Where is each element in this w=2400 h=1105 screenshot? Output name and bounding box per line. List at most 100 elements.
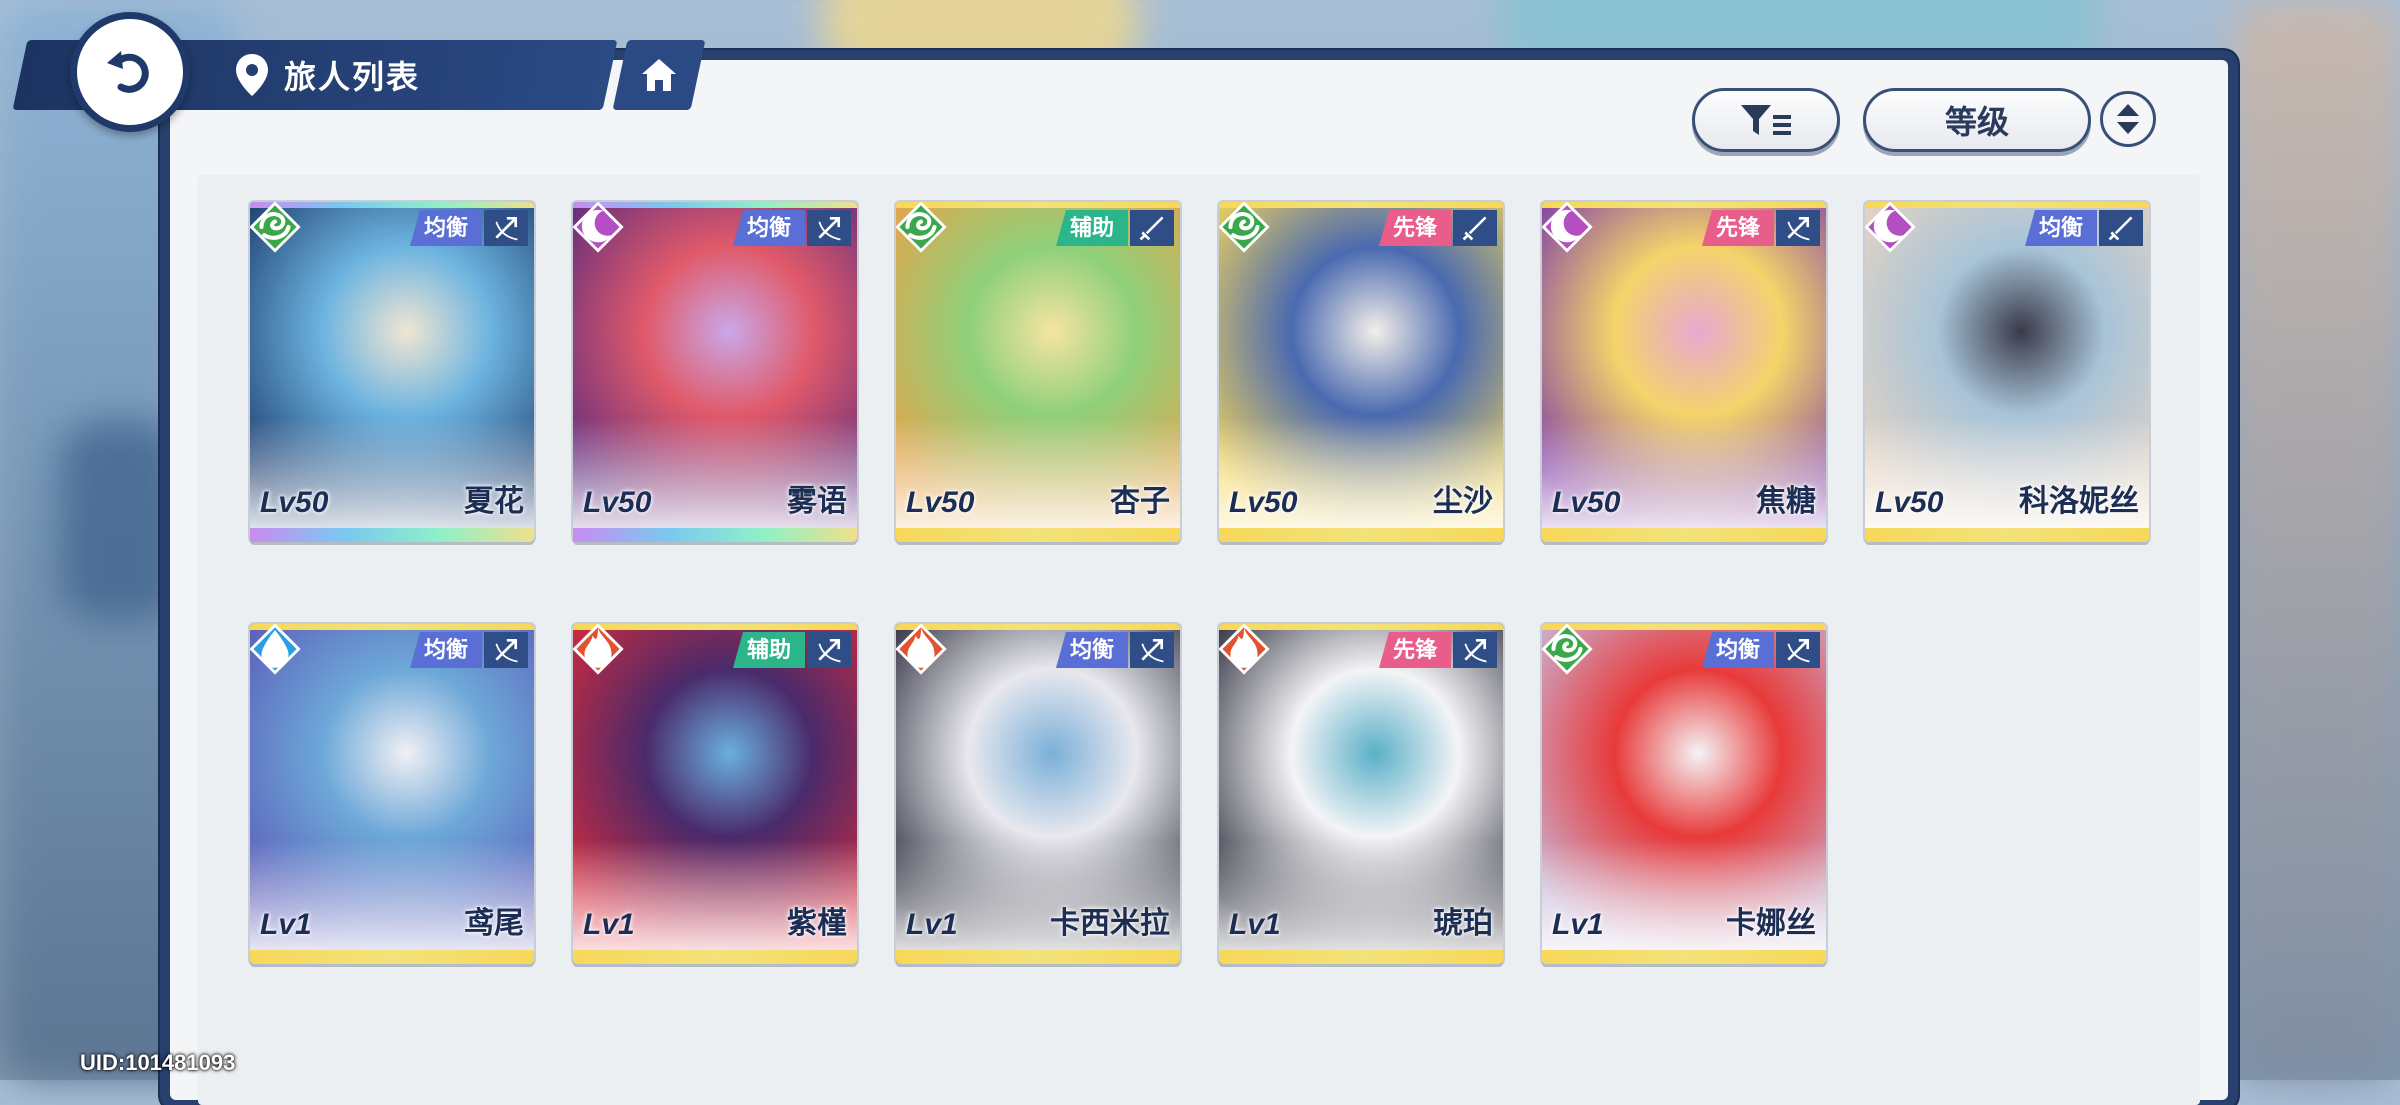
level-label: Lv50	[1229, 486, 1298, 519]
role-tag: 均衡	[1701, 632, 1774, 668]
role-tag: 均衡	[409, 632, 482, 668]
character-name: 杏子	[1110, 485, 1170, 518]
rarity-strip-bottom	[1219, 950, 1503, 964]
bow-icon	[495, 638, 518, 663]
weapon-tag	[807, 632, 851, 668]
character-card[interactable]: 辅助 Lv50 杏子	[896, 202, 1180, 542]
sort-order-icon	[2117, 104, 2139, 134]
weapon-tag	[1453, 210, 1497, 246]
background-scenery-right	[2230, 0, 2400, 1080]
role-tag: 先锋	[1378, 632, 1451, 668]
bow-icon	[495, 216, 518, 241]
character-card[interactable]: 先锋 Lv1 琥珀	[1219, 624, 1503, 964]
rarity-strip-bottom	[1542, 528, 1826, 542]
bow-icon	[1787, 216, 1810, 241]
sword-icon	[1462, 216, 1487, 241]
weapon-tag	[484, 210, 528, 246]
moon-icon	[1542, 202, 1593, 253]
rarity-strip-bottom	[1865, 528, 2149, 542]
rarity-strip-bottom	[896, 950, 1180, 964]
level-label: Lv50	[906, 486, 975, 519]
character-name: 卡西米拉	[1050, 907, 1170, 940]
level-label: Lv50	[1875, 486, 1944, 519]
role-tag: 均衡	[2024, 210, 2097, 246]
character-card[interactable]: 均衡 Lv1 卡西米拉	[896, 624, 1180, 964]
role-tag: 均衡	[732, 210, 805, 246]
back-button[interactable]	[70, 12, 190, 132]
filter-button[interactable]	[1692, 88, 1840, 152]
level-label: Lv1	[260, 908, 312, 941]
location-pin-icon	[236, 54, 268, 96]
home-button[interactable]	[612, 40, 706, 110]
rarity-strip-bottom	[1542, 950, 1826, 964]
fire-icon	[573, 624, 624, 675]
rarity-strip-bottom	[250, 950, 534, 964]
fire-icon	[896, 624, 947, 675]
level-label: Lv50	[260, 486, 329, 519]
character-card[interactable]: 均衡 Lv50 科洛妮丝	[1865, 202, 2149, 542]
weapon-tag	[1130, 632, 1174, 668]
wind-icon	[1542, 624, 1593, 675]
bow-icon	[818, 638, 841, 663]
rarity-strip-bottom	[896, 528, 1180, 542]
level-label: Lv1	[1229, 908, 1281, 941]
weapon-tag	[484, 632, 528, 668]
home-icon	[642, 59, 676, 91]
sword-icon	[1139, 216, 1164, 241]
rarity-strip-bottom	[573, 950, 857, 964]
character-name: 鸢尾	[464, 907, 524, 940]
page-title: 旅人列表	[284, 59, 421, 95]
background-plant	[60, 420, 180, 620]
sort-order-toggle[interactable]	[2100, 91, 2156, 147]
bow-icon	[1787, 638, 1810, 663]
role-tag: 先锋	[1701, 210, 1774, 246]
weapon-tag	[1453, 632, 1497, 668]
character-name: 紫槿	[787, 907, 847, 940]
level-label: Lv50	[583, 486, 652, 519]
bow-icon	[1464, 638, 1487, 663]
bow-icon	[1141, 638, 1164, 663]
character-card[interactable]: 辅助 Lv1 紫槿	[573, 624, 857, 964]
level-label: Lv1	[583, 908, 635, 941]
character-name: 琥珀	[1433, 907, 1493, 940]
user-id: UID:101481093	[80, 1050, 236, 1075]
level-label: Lv50	[1552, 486, 1621, 519]
role-tag: 辅助	[732, 632, 805, 668]
character-card[interactable]: 先锋 Lv50 尘沙	[1219, 202, 1503, 542]
character-name: 焦糖	[1756, 485, 1816, 518]
back-arrow-icon	[107, 51, 149, 93]
character-name: 雾语	[787, 485, 847, 518]
character-card[interactable]: 均衡 Lv50 夏花	[250, 202, 534, 542]
fire-icon	[1219, 624, 1270, 675]
role-tag: 均衡	[1055, 632, 1128, 668]
character-name: 科洛妮丝	[2019, 485, 2139, 518]
level-label: Lv1	[1552, 908, 1604, 941]
character-name: 夏花	[464, 485, 524, 518]
character-card[interactable]: 均衡 Lv1 鸢尾	[250, 624, 534, 964]
character-card[interactable]: 均衡 Lv50 雾语	[573, 202, 857, 542]
rarity-strip-bottom	[573, 528, 857, 542]
rarity-strip-bottom	[1219, 528, 1503, 542]
sort-dropdown[interactable]: 等级	[1863, 88, 2091, 152]
water-icon	[250, 624, 301, 675]
wind-icon	[1219, 202, 1270, 253]
wind-icon	[250, 202, 301, 253]
moon-icon	[573, 202, 624, 253]
role-tag: 先锋	[1378, 210, 1451, 246]
sword-icon	[2108, 216, 2133, 241]
character-name: 尘沙	[1433, 485, 1493, 518]
rarity-strip-bottom	[250, 528, 534, 542]
weapon-tag	[807, 210, 851, 246]
bow-icon	[818, 216, 841, 241]
character-card[interactable]: 先锋 Lv50 焦糖	[1542, 202, 1826, 542]
role-tag: 辅助	[1055, 210, 1128, 246]
level-label: Lv1	[906, 908, 958, 941]
weapon-tag	[1776, 210, 1820, 246]
weapon-tag	[2099, 210, 2143, 246]
moon-icon	[1865, 202, 1916, 253]
character-name: 卡娜丝	[1726, 907, 1816, 940]
role-tag: 均衡	[409, 210, 482, 246]
wind-icon	[896, 202, 947, 253]
character-card[interactable]: 均衡 Lv1 卡娜丝	[1542, 624, 1826, 964]
weapon-tag	[1130, 210, 1174, 246]
